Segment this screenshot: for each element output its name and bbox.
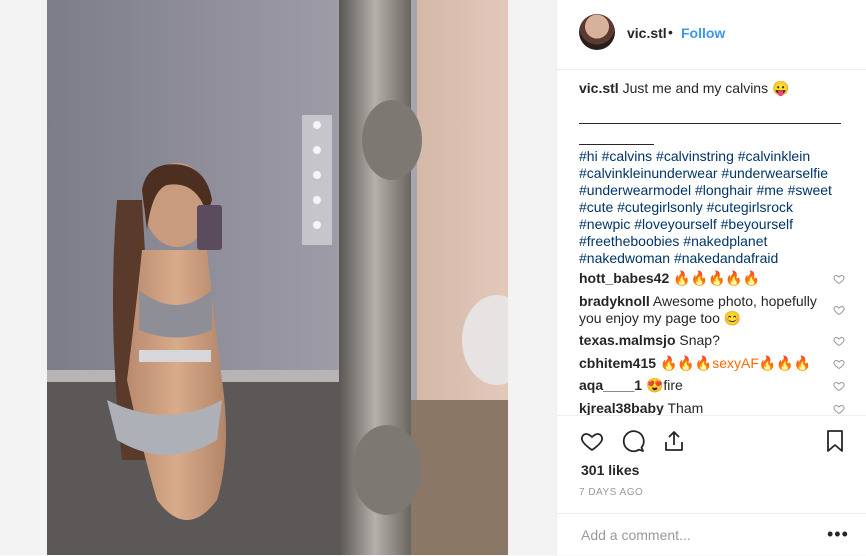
more-options-button[interactable]: ••• [827, 524, 849, 545]
comment-item: hott_babes42 🔥🔥🔥🔥🔥 [579, 270, 819, 287]
comment-username[interactable]: texas.malmsjo [579, 332, 676, 348]
comment-text: Tham [667, 400, 704, 415]
bookmark-icon[interactable] [823, 429, 847, 453]
caption-underline-rule [579, 123, 841, 124]
hashtag-line[interactable]: #cute #cutegirlsonly #cutegirlsrock [579, 199, 847, 216]
heart-outline-icon[interactable] [833, 403, 845, 415]
caption-text: Just me and my calvins 😛 [622, 80, 790, 96]
comment-item: bradyknoll Awesome photo, hopefully you … [579, 293, 819, 327]
mirror-selfie-image [47, 0, 508, 555]
post-photo[interactable] [47, 0, 508, 555]
hashtag-line[interactable]: #calvinkleinunderwear #underwearselfie [579, 165, 847, 182]
hashtag-line[interactable]: #newpic #loveyourself #beyourself [579, 216, 847, 233]
comment-username[interactable]: aqa____1 [579, 377, 642, 393]
photo-area [0, 0, 556, 555]
comment-text: Snap? [679, 332, 720, 348]
hashtags-block: #hi #calvins #calvinstring #calvinklein … [579, 148, 847, 267]
post-actions: 301 likes 7 DAYS AGO ••• [557, 415, 866, 555]
separator-dot: • [668, 24, 673, 40]
heart-outline-icon[interactable] [833, 335, 845, 347]
hashtag-line[interactable]: #freetheboobies #nakedplanet [579, 233, 847, 250]
comment-bubble-icon[interactable] [621, 429, 645, 453]
likes-count[interactable]: 301 likes [581, 462, 639, 478]
comment-item: cbhitem415 🔥🔥🔥sexyAF🔥🔥🔥 [579, 355, 819, 372]
comment-username[interactable]: hott_babes42 [579, 270, 669, 286]
post-header: vic.stl • Follow [557, 0, 866, 70]
comment-username[interactable]: bradyknoll [579, 293, 650, 309]
add-comment-input[interactable] [579, 524, 823, 546]
author-username[interactable]: vic.stl [627, 25, 667, 41]
comment-item: aqa____1 😍fire [579, 377, 819, 394]
comment-text: 😍fire [645, 377, 683, 393]
share-icon[interactable] [662, 429, 686, 453]
follow-button[interactable]: Follow [681, 25, 725, 41]
heart-outline-icon[interactable] [833, 273, 845, 285]
comments-section[interactable]: vic.stl Just me and my calvins 😛 #hi #ca… [557, 70, 866, 415]
add-comment-bar: ••• [557, 513, 866, 556]
hashtag-line[interactable]: #underwearmodel #longhair #me #sweet [579, 182, 847, 199]
comment-item: kjreal38baby Tham [579, 400, 819, 415]
caption-underline-rule-short [579, 144, 654, 145]
heart-icon[interactable] [580, 429, 604, 453]
heart-outline-icon[interactable] [833, 380, 845, 392]
comment-text: 🔥🔥🔥🔥🔥 [673, 270, 761, 286]
author-avatar[interactable] [579, 14, 615, 50]
caption-author[interactable]: vic.stl [579, 80, 619, 96]
comment-text: 🔥🔥🔥sexyAF🔥🔥🔥 [659, 355, 812, 371]
post-date: 7 DAYS AGO [579, 487, 644, 498]
hashtag-line[interactable]: #hi #calvins #calvinstring #calvinklein [579, 148, 847, 165]
hashtag-line[interactable]: #nakedwoman #nakedandafraid [579, 250, 847, 267]
post-caption: vic.stl Just me and my calvins 😛 [579, 80, 849, 97]
heart-outline-icon[interactable] [833, 358, 845, 370]
post-details-panel: vic.stl • Follow vic.stl Just me and my … [556, 0, 866, 555]
comment-username[interactable]: kjreal38baby [579, 400, 664, 415]
comment-item: texas.malmsjo Snap? [579, 332, 819, 349]
comment-username[interactable]: cbhitem415 [579, 355, 656, 371]
heart-outline-icon[interactable] [833, 304, 845, 316]
